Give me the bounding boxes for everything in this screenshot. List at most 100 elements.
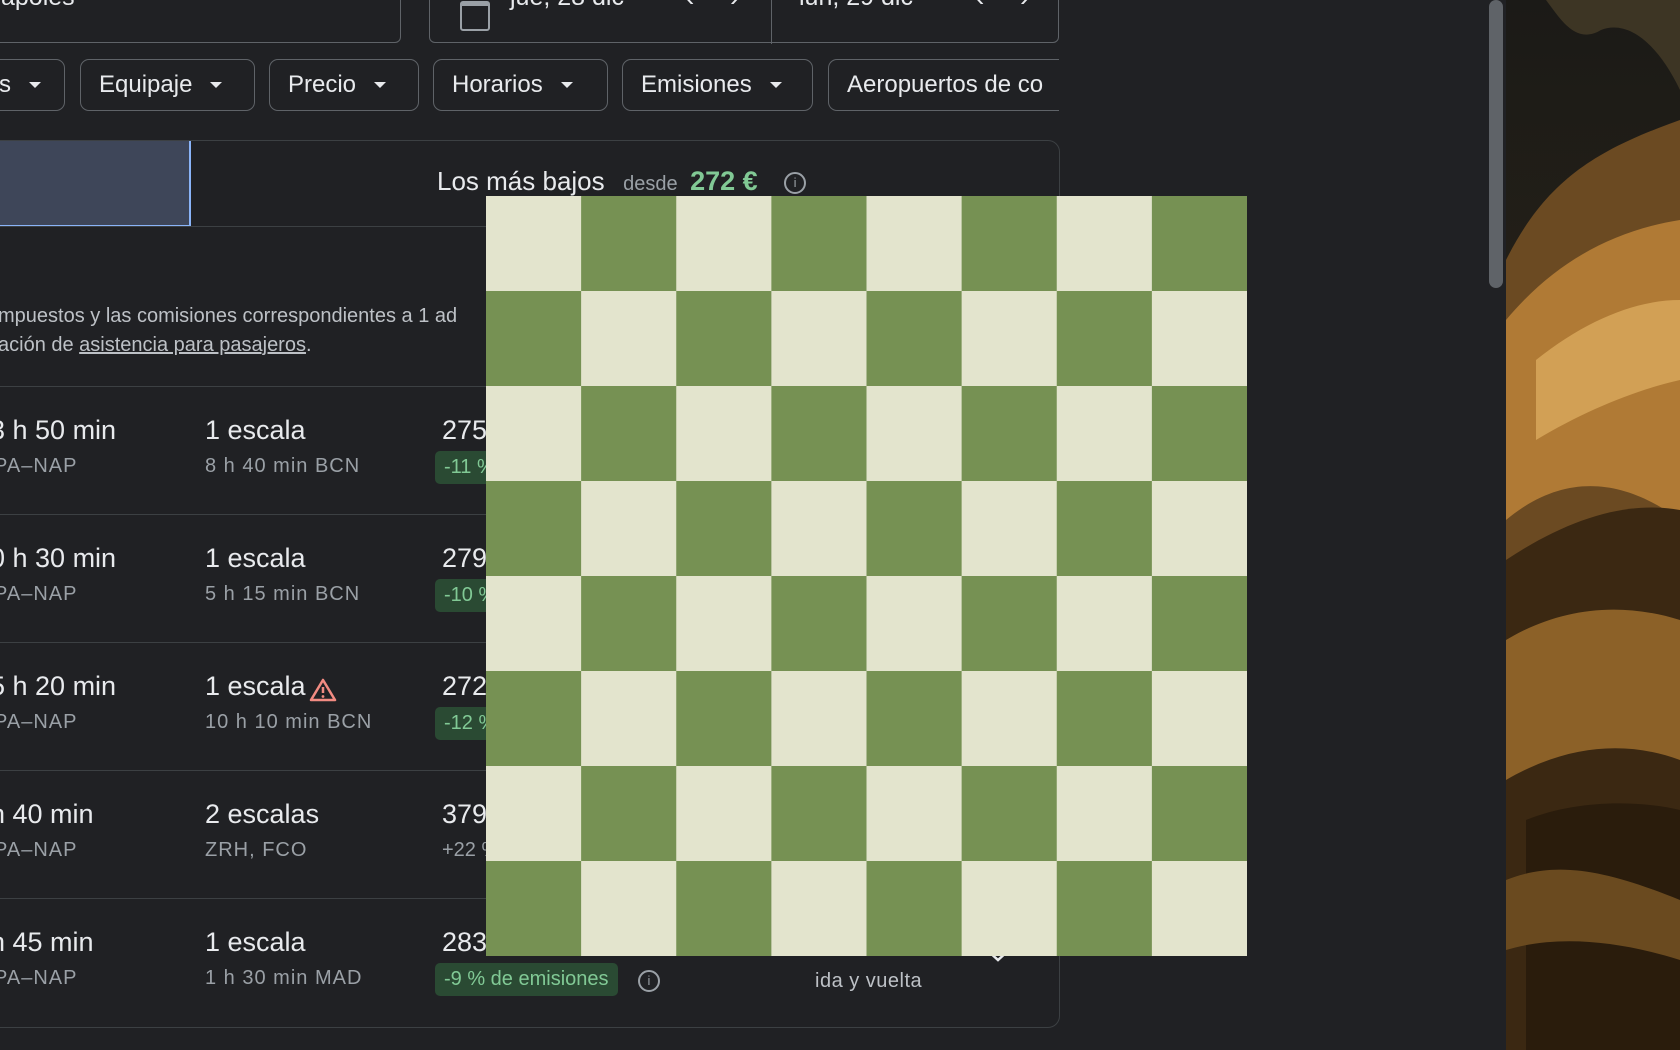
passenger-assistance-link[interactable]: asistencia para pasajeros <box>79 334 306 356</box>
filter-chip-emissions[interactable]: Emisiones <box>622 59 813 111</box>
caret-down-icon <box>560 82 573 88</box>
checker-square <box>771 291 869 388</box>
info-icon[interactable]: i <box>784 172 807 194</box>
checker-square <box>486 576 584 673</box>
checker-square <box>866 766 964 863</box>
tab-cheapest-label: Los más bajos <box>437 166 605 196</box>
flight-stop-detail: 5 h 15 min BCN <box>205 583 361 605</box>
flight-duration: 0 h 30 min <box>0 543 117 573</box>
checker-square <box>581 481 679 578</box>
flight-stops: 1 escala <box>205 671 306 701</box>
checker-square <box>1056 291 1154 388</box>
price-notice: mpuestos y las comisiones correspondient… <box>0 302 457 360</box>
checker-square <box>676 291 774 388</box>
flight-stop-detail: 10 h 10 min BCN <box>205 711 373 733</box>
flight-stops: 2 escalas <box>205 799 320 829</box>
checker-square <box>676 386 774 483</box>
checker-square <box>961 481 1059 578</box>
flight-price: 283 <box>442 927 488 957</box>
caret-down-icon <box>29 82 41 88</box>
filter-chip-price[interactable]: Precio <box>269 59 419 111</box>
checker-square <box>1056 861 1154 956</box>
checker-square <box>486 766 584 863</box>
caret-down-icon <box>374 82 387 88</box>
checkerboard-overlay <box>486 196 1247 956</box>
checker-square <box>961 671 1059 768</box>
checker-square <box>581 766 679 863</box>
checker-square <box>771 671 869 768</box>
checker-square <box>866 861 964 956</box>
checker-square <box>1151 861 1247 956</box>
tab-cheapest-from: desde <box>623 173 678 195</box>
scrollbar-thumb[interactable] <box>1489 0 1503 288</box>
tab-best-selected[interactable] <box>0 141 191 227</box>
checker-square <box>961 386 1059 483</box>
flight-price: 272 <box>442 671 488 701</box>
checker-square <box>581 291 679 388</box>
checker-square <box>1151 481 1247 578</box>
checker-square <box>866 481 964 578</box>
checker-square <box>771 386 869 483</box>
checker-square <box>961 576 1059 673</box>
checker-square <box>1056 766 1154 863</box>
caret-down-icon <box>769 82 782 88</box>
filter-chip-label: Precio <box>288 71 357 98</box>
flight-duration: 3 h 50 min <box>0 415 117 445</box>
checker-square <box>486 671 584 768</box>
price-notice-line2: ación de asistencia para pasajeros. <box>0 331 457 360</box>
checker-square <box>1151 766 1247 863</box>
flight-stop-detail: ZRH, FCO <box>205 839 308 861</box>
checker-square <box>676 766 774 863</box>
filter-chip-times[interactable]: Horarios <box>433 59 608 111</box>
flight-price: 379 <box>442 799 488 829</box>
checker-square <box>581 671 679 768</box>
flight-duration: h 40 min <box>0 799 94 829</box>
checker-square <box>961 766 1059 863</box>
flight-route: PA–NAP <box>0 455 78 477</box>
checker-square <box>1056 481 1154 578</box>
caret-down-icon <box>210 82 223 88</box>
flight-duration: 5 h 20 min <box>0 671 117 701</box>
flight-stops: 1 escala <box>205 927 306 957</box>
flight-stops: 1 escala <box>205 543 306 573</box>
checker-square <box>581 386 679 483</box>
info-icon[interactable]: i <box>638 970 660 992</box>
checker-square <box>581 861 679 956</box>
checker-square <box>866 386 964 483</box>
checker-square <box>866 196 964 293</box>
filter-chip-label: Emisiones <box>641 71 752 98</box>
checker-square <box>676 576 774 673</box>
warning-triangle-icon[interactable] <box>309 678 337 702</box>
checker-square <box>771 576 869 673</box>
checker-square <box>486 196 584 293</box>
checker-square <box>961 861 1059 956</box>
checker-square <box>1151 291 1247 388</box>
filter-chip-airports[interactable]: Aeropuertos de co <box>828 59 1059 111</box>
flight-price: 279 <box>442 543 488 573</box>
flight-route: PA–NAP <box>0 839 78 861</box>
flight-duration: h 45 min <box>0 927 94 957</box>
checker-square <box>771 196 869 293</box>
flight-price: 275 <box>442 415 488 445</box>
checker-square <box>581 576 679 673</box>
checker-square <box>1056 576 1154 673</box>
filter-chip-label: Aeropuertos de co <box>847 71 1044 98</box>
tab-cheapest-price: 272 € <box>690 166 758 196</box>
checker-square <box>486 386 584 483</box>
tab-cheapest[interactable]: Los más bajos desde 272 € i <box>437 166 807 197</box>
filter-chip-baggage[interactable]: Equipaje <box>80 59 255 111</box>
checker-square <box>1056 386 1154 483</box>
checker-square <box>676 196 774 293</box>
checker-square <box>1056 671 1154 768</box>
flight-stop-detail: 8 h 40 min BCN <box>205 455 361 477</box>
checker-square <box>866 291 964 388</box>
checker-square <box>676 861 774 956</box>
checker-square <box>771 766 869 863</box>
flight-stops: 1 escala <box>205 415 306 445</box>
notice-suffix: . <box>305 334 312 356</box>
filter-chip-stops[interactable]: s <box>0 59 65 111</box>
flight-route: PA–NAP <box>0 583 78 605</box>
trip-type: ida y vuelta <box>815 970 923 992</box>
filter-chip-label: Equipaje <box>99 71 193 98</box>
checker-square <box>1151 196 1247 293</box>
